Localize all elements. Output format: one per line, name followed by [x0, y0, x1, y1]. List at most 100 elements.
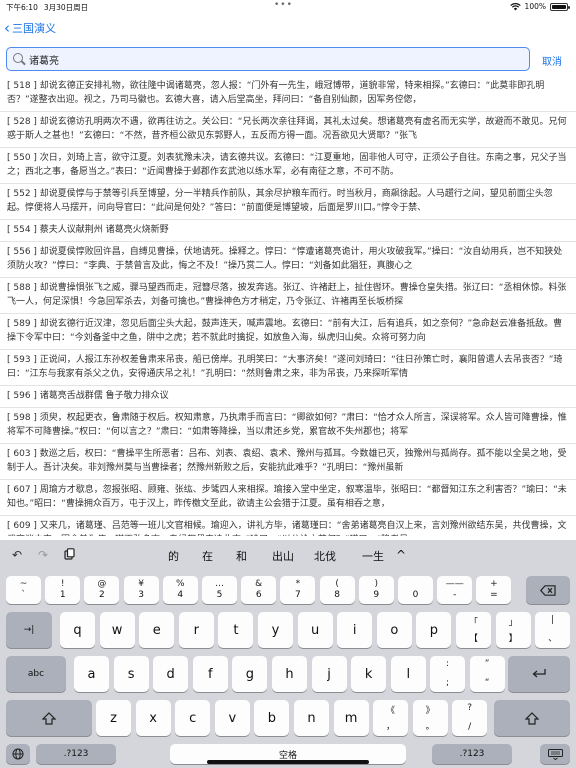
key-11[interactable]: —— - [437, 576, 473, 604]
tab-key[interactable]: →| [6, 612, 52, 648]
key-punct-1[interactable]: ” “ [469, 656, 505, 692]
key-c[interactable]: c [175, 700, 211, 736]
result-item[interactable]: [ 598 ] 须臾，权起更衣，鲁肃随于权后。权知肃意，乃执肃手而言曰：“卿欲如… [0, 408, 576, 444]
result-text: [ 609 ] 又来几，诸葛瑾、吕范等一班儿文官相候。瑜迎入，讲礼方毕，诸葛瑾曰… [7, 521, 567, 536]
result-item[interactable]: [ 556 ] 却说夏侯惇败回许昌，自缚见曹操，伏地请死。操释之。惇曰：“惇遭诸… [0, 242, 576, 278]
key-q[interactable]: q [60, 612, 95, 648]
key-j[interactable]: j [311, 656, 347, 692]
key-secondary-label: % [176, 579, 185, 589]
key-o[interactable]: o [376, 612, 412, 648]
key-punct2-0[interactable]: 《， [373, 700, 408, 736]
key-1[interactable]: ! 1 [45, 576, 81, 604]
key-y[interactable]: y [258, 612, 293, 648]
key-9[interactable]: ) 9 [358, 576, 394, 604]
globe-key[interactable] [6, 744, 30, 764]
result-item[interactable]: [ 593 ] 正说间，人报江东孙权差鲁肃来吊丧，船已傍岸。孔明笑曰：“大事济矣… [0, 350, 576, 386]
result-item[interactable]: [ 550 ] 次日，刘琦上言，欲守江夏。刘表犹豫未决，请玄德共议。玄德曰：“江… [0, 148, 576, 184]
result-item[interactable]: [ 588 ] 却说曹操惧张飞之威，骤马望西而走，冠簪尽落，披发奔逃。张辽、许褚… [0, 278, 576, 314]
return-key[interactable] [508, 656, 570, 692]
back-button[interactable]: ‹ 三国演义 [4, 20, 56, 36]
search-box[interactable] [6, 47, 530, 71]
back-button-label: 三国演义 [12, 22, 56, 35]
search-input[interactable] [29, 51, 519, 67]
key-label: f [208, 666, 213, 682]
key-label: w [111, 622, 123, 638]
key-z[interactable]: z [96, 700, 131, 736]
results-list[interactable]: [ 518 ] 却说玄德正安排礼物，欲往隆中谒诸葛亮，忽人报：“门外有一先生，峨… [0, 76, 576, 536]
suggestion-item[interactable]: 的 [168, 548, 179, 564]
key-bracket-0[interactable]: 「【 [456, 612, 491, 648]
result-item[interactable]: [ 528 ] 却说玄德访孔明两次不遇，欲再往访之。关公曰：“兄长两次亲往拜谒，… [0, 112, 576, 148]
key-u[interactable]: u [297, 612, 333, 648]
redo-icon[interactable]: ↷ [38, 548, 48, 562]
key-secondary-label: ? [467, 703, 473, 713]
result-item[interactable]: [ 603 ] 数巡之后，权曰：“曹操平生所恶者：吕布、刘表、袁绍、袁术、豫州与… [0, 444, 576, 480]
key-label: 】 [508, 634, 518, 644]
key-l[interactable]: l [390, 656, 426, 692]
key-b[interactable]: b [254, 700, 290, 736]
key-n[interactable]: n [294, 700, 329, 736]
result-item[interactable]: [ 609 ] 又来几，诸葛瑾、吕范等一班儿文官相候。瑜迎入，讲礼方毕，诸葛瑾曰… [0, 516, 576, 536]
result-item[interactable]: [ 607 ] 周瑜方才歇息，忽报张昭、顾雍、张纮、步骘四人来相探。瑜接入堂中坐… [0, 480, 576, 516]
numbers-mode-key-right[interactable]: .?123 [432, 744, 512, 764]
result-item[interactable]: [ 518 ] 却说玄德正安排礼物，欲往隆中谒诸葛亮，忽人报：“门外有一先生，峨… [0, 76, 576, 112]
key-s[interactable]: s [113, 656, 149, 692]
undo-icon[interactable]: ↶ [12, 548, 22, 562]
key-punct2-2[interactable]: ? / [452, 700, 488, 736]
abc-key[interactable]: abc [6, 656, 66, 692]
key-t[interactable]: t [218, 612, 254, 648]
result-item[interactable]: [ 596 ] 诸葛亮舌战群儒 鲁子敬力排众议 [0, 386, 576, 408]
key-e[interactable]: e [139, 612, 175, 648]
result-item[interactable]: [ 589 ] 却说玄德行近汉津，忽见后面尘头大起，鼓声连天，喊声震地。玄德曰：… [0, 314, 576, 350]
key-punct2-1[interactable]: 》。 [412, 700, 448, 736]
suggestion-item[interactable]: 北伐 [314, 548, 336, 564]
key-i[interactable]: i [337, 612, 373, 648]
key-secondary-label: ) [374, 579, 379, 589]
key-p[interactable]: p [416, 612, 452, 648]
dismiss-keyboard-key[interactable] [540, 744, 570, 764]
key-g[interactable]: g [232, 656, 268, 692]
key-5[interactable]: … 5 [202, 576, 237, 604]
suggestion-bar: ↶ ↷ 的 在 和 出山 北伐 一生 ^ [0, 540, 576, 572]
delete-key[interactable] [526, 576, 570, 604]
key-0[interactable]: ~ ` [6, 576, 41, 604]
key-f[interactable]: f [192, 656, 228, 692]
suggestion-item[interactable]: 出山 [272, 548, 294, 564]
key-3[interactable]: ¥3 [123, 576, 159, 604]
delete-icon [540, 584, 556, 596]
key-6[interactable]: & 6 [241, 576, 277, 604]
result-item[interactable]: [ 554 ] 蔡夫人议献荆州 诸葛亮火烧新野 [0, 220, 576, 242]
key-12[interactable]: + = [476, 576, 512, 604]
suggestion-item[interactable]: 在 [202, 548, 213, 564]
numbers-mode-key-left[interactable]: .?123 [36, 744, 116, 764]
key-r[interactable]: r [178, 612, 214, 648]
shift-right-key[interactable] [494, 700, 570, 736]
key-w[interactable]: w [99, 612, 135, 648]
key-label: 9 [373, 590, 380, 600]
cancel-button[interactable]: 取消 [542, 53, 562, 68]
suggestion-item[interactable]: 和 [236, 548, 247, 564]
key-label: e [152, 622, 161, 638]
key-x[interactable]: x [135, 700, 171, 736]
shift-left-key[interactable] [6, 700, 92, 736]
key-8[interactable]: (8 [319, 576, 355, 604]
key-m[interactable]: m [333, 700, 369, 736]
result-item[interactable]: [ 552 ] 却说夏侯惇与于禁等引兵至博望，分一半精兵作前队，其余尽护粮车而行… [0, 184, 576, 220]
key-v[interactable]: v [214, 700, 250, 736]
key-4[interactable]: % 4 [162, 576, 198, 604]
chevron-up-icon[interactable]: ^ [396, 548, 406, 562]
multitask-dots-icon[interactable]: ••• [274, 0, 293, 10]
key-bracket-1[interactable]: 」】 [495, 612, 531, 648]
key-a[interactable]: a [74, 656, 109, 692]
key-punct-0[interactable]: :; [430, 656, 465, 692]
status-right: 100% [509, 2, 570, 11]
key-h[interactable]: h [272, 656, 307, 692]
suggestion-item[interactable]: 一生 [362, 548, 384, 564]
key-7[interactable]: * 7 [280, 576, 316, 604]
key-2[interactable]: @2 [84, 576, 120, 604]
key-d[interactable]: d [153, 656, 189, 692]
key-bracket-2[interactable]: |、 [535, 612, 571, 648]
paste-icon[interactable] [64, 548, 75, 563]
key-k[interactable]: k [351, 656, 387, 692]
key-10[interactable]: 0 [398, 576, 433, 604]
